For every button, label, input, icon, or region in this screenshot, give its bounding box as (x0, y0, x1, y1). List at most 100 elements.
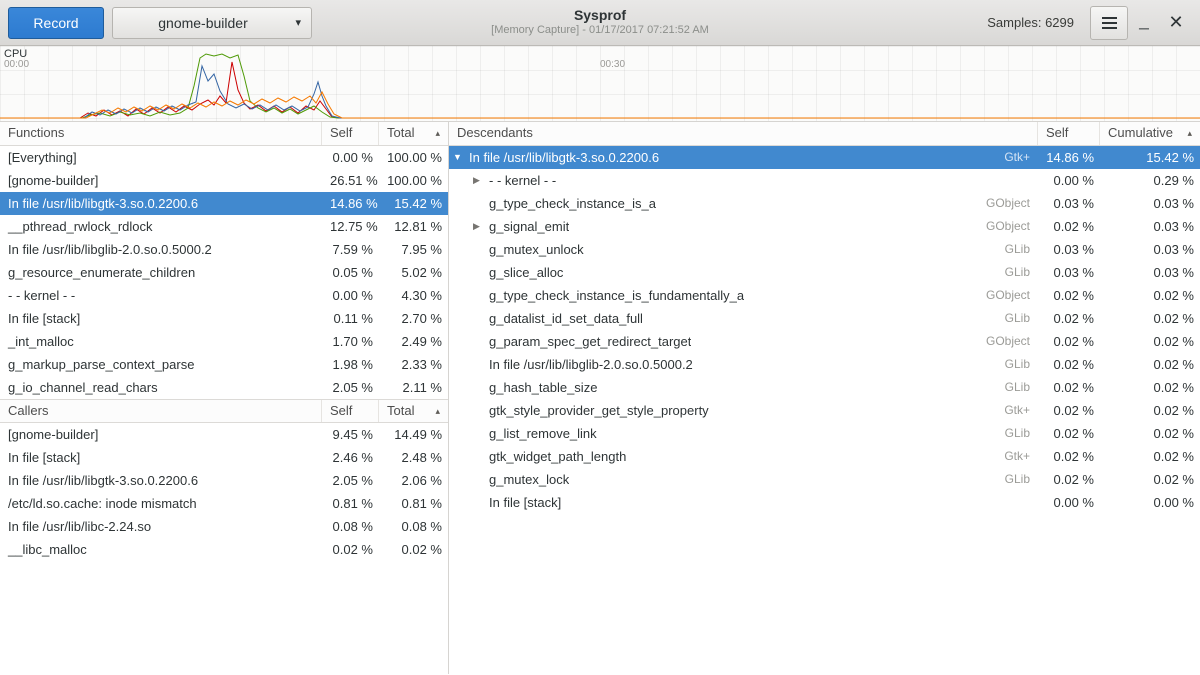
time-label-start: 00:00 (4, 59, 29, 70)
function-row[interactable]: g_io_channel_read_chars2.05 %2.11 % (0, 376, 448, 399)
descendant-row[interactable]: In file /usr/lib/libglib-2.0.so.0.5000.2… (449, 353, 1200, 376)
callers-column-header[interactable]: Callers (0, 400, 322, 422)
caller-row[interactable]: In file [stack]2.46 %2.48 % (0, 446, 448, 469)
descendant-row[interactable]: g_type_check_instance_is_fundamentally_a… (449, 284, 1200, 307)
functions-total-label: Total (387, 125, 414, 140)
sort-arrow-icon: ▴ (435, 122, 440, 144)
descendant-name: g_type_check_instance_is_a (489, 192, 656, 215)
descendant-row[interactable]: g_mutex_unlockGLib0.03 %0.03 % (449, 238, 1200, 261)
library-badge: GLib (995, 261, 1030, 284)
descendants-cumulative-column-header[interactable]: Cumulative ▴ (1100, 122, 1200, 145)
function-row[interactable]: _int_malloc1.70 %2.49 % (0, 330, 448, 353)
descendant-row[interactable]: g_slice_allocGLib0.03 %0.03 % (449, 261, 1200, 284)
descendant-name-cell: g_type_check_instance_is_fundamentally_a… (449, 284, 1038, 307)
descendant-name: In file /usr/lib/libglib-2.0.so.0.5000.2 (489, 353, 693, 376)
function-row[interactable]: In file [stack]0.11 %2.70 % (0, 307, 448, 330)
process-selector[interactable]: gnome-builder ▾ (112, 7, 312, 39)
function-row-self: 26.51 % (322, 169, 379, 192)
function-row[interactable]: g_markup_parse_context_parse1.98 %2.33 % (0, 353, 448, 376)
caller-row-name: In file [stack] (0, 446, 322, 469)
cpu-line-cpu2 (0, 66, 1200, 118)
function-row-name: g_io_channel_read_chars (0, 376, 322, 399)
minimize-button[interactable]: ─ (1128, 6, 1160, 40)
functions-total-column-header[interactable]: Total ▴ (379, 122, 448, 145)
descendant-row[interactable]: g_list_remove_linkGLib0.02 %0.02 % (449, 422, 1200, 445)
descendants-column-header[interactable]: Descendants (449, 122, 1038, 145)
header-right: Samples: 6299 ─ ✕ (987, 6, 1192, 40)
descendant-self: 0.02 % (1038, 445, 1100, 468)
expander-closed-icon[interactable] (473, 215, 489, 238)
descendant-name-cell: gtk_style_provider_get_style_propertyGtk… (449, 399, 1038, 422)
function-row-total: 100.00 % (379, 169, 448, 192)
function-row[interactable]: - - kernel - -0.00 %4.30 % (0, 284, 448, 307)
function-row-name: In file [stack] (0, 307, 322, 330)
library-badge: GObject (976, 192, 1030, 215)
descendant-self: 0.02 % (1038, 422, 1100, 445)
cpu-graph[interactable]: CPU 00:00 00:30 (0, 46, 1200, 122)
close-button[interactable]: ✕ (1160, 6, 1192, 40)
function-row-total: 15.42 % (379, 192, 448, 215)
library-badge: Gtk+ (994, 445, 1030, 468)
menu-button[interactable] (1090, 6, 1128, 40)
descendant-self: 0.02 % (1038, 468, 1100, 491)
callers-self-column-header[interactable]: Self (322, 400, 379, 422)
record-button[interactable]: Record (8, 7, 104, 39)
descendant-name: In file [stack] (489, 491, 561, 514)
function-row-name: In file /usr/lib/libglib-2.0.so.0.5000.2 (0, 238, 322, 261)
function-row[interactable]: [gnome-builder]26.51 %100.00 % (0, 169, 448, 192)
descendant-row[interactable]: gtk_widget_path_lengthGtk+0.02 %0.02 % (449, 445, 1200, 468)
caller-row[interactable]: /etc/ld.so.cache: inode mismatch0.81 %0.… (0, 492, 448, 515)
caller-row[interactable]: In file /usr/lib/libc-2.24.so0.08 %0.08 … (0, 515, 448, 538)
callers-total-column-header[interactable]: Total ▴ (379, 400, 448, 422)
descendant-cumulative: 0.02 % (1100, 376, 1200, 399)
descendant-row[interactable]: In file /usr/lib/libgtk-3.so.0.2200.6Gtk… (449, 146, 1200, 169)
descendant-row[interactable]: gtk_style_provider_get_style_propertyGtk… (449, 399, 1200, 422)
descendant-row[interactable]: g_mutex_lockGLib0.02 %0.02 % (449, 468, 1200, 491)
library-badge: Gtk+ (994, 146, 1030, 169)
library-badge: GObject (976, 284, 1030, 307)
callers-total-label: Total (387, 403, 414, 418)
function-row[interactable]: __pthread_rwlock_rdlock12.75 %12.81 % (0, 215, 448, 238)
caller-row-total: 14.49 % (379, 423, 448, 446)
minimize-icon: ─ (1139, 20, 1149, 36)
descendant-self: 0.02 % (1038, 399, 1100, 422)
functions-self-column-header[interactable]: Self (322, 122, 379, 145)
descendant-name: g_datalist_id_set_data_full (489, 307, 643, 330)
descendants-cumulative-label: Cumulative (1108, 125, 1173, 140)
functions-column-header[interactable]: Functions (0, 122, 322, 145)
descendant-row[interactable]: - - kernel - -0.00 %0.29 % (449, 169, 1200, 192)
descendant-name-cell: g_datalist_id_set_data_fullGLib (449, 307, 1038, 330)
library-badge: GLib (995, 353, 1030, 376)
descendant-cumulative: 0.03 % (1100, 215, 1200, 238)
caller-row-self: 0.02 % (322, 538, 379, 561)
function-row[interactable]: [Everything]0.00 %100.00 % (0, 146, 448, 169)
caller-row[interactable]: __libc_malloc0.02 %0.02 % (0, 538, 448, 561)
function-row-name: g_resource_enumerate_children (0, 261, 322, 284)
function-row[interactable]: g_resource_enumerate_children0.05 %5.02 … (0, 261, 448, 284)
descendant-cumulative: 0.02 % (1100, 468, 1200, 491)
descendant-row[interactable]: g_hash_table_sizeGLib0.02 %0.02 % (449, 376, 1200, 399)
expander-closed-icon[interactable] (473, 169, 489, 192)
descendant-name: - - kernel - - (489, 169, 556, 192)
function-row-self: 0.00 % (322, 146, 379, 169)
function-row-name: In file /usr/lib/libgtk-3.so.0.2200.6 (0, 192, 322, 215)
descendant-row[interactable]: In file [stack]0.00 %0.00 % (449, 491, 1200, 514)
library-badge: GLib (995, 376, 1030, 399)
descendant-name-cell: gtk_widget_path_lengthGtk+ (449, 445, 1038, 468)
expander-open-icon[interactable] (453, 146, 469, 169)
caller-row[interactable]: [gnome-builder]9.45 %14.49 % (0, 423, 448, 446)
function-row-self: 0.00 % (322, 284, 379, 307)
descendant-cumulative: 0.02 % (1100, 330, 1200, 353)
descendant-row[interactable]: g_datalist_id_set_data_fullGLib0.02 %0.0… (449, 307, 1200, 330)
descendant-row[interactable]: g_type_check_instance_is_aGObject0.03 %0… (449, 192, 1200, 215)
library-badge: GObject (976, 330, 1030, 353)
function-row[interactable]: In file /usr/lib/libglib-2.0.so.0.5000.2… (0, 238, 448, 261)
sort-arrow-icon: ▴ (1187, 122, 1192, 144)
descendant-row[interactable]: g_param_spec_get_redirect_targetGObject0… (449, 330, 1200, 353)
descendant-name-cell: g_hash_table_sizeGLib (449, 376, 1038, 399)
descendants-self-column-header[interactable]: Self (1038, 122, 1100, 145)
descendant-self: 0.02 % (1038, 376, 1100, 399)
descendant-row[interactable]: g_signal_emitGObject0.02 %0.03 % (449, 215, 1200, 238)
function-row[interactable]: In file /usr/lib/libgtk-3.so.0.2200.614.… (0, 192, 448, 215)
caller-row[interactable]: In file /usr/lib/libgtk-3.so.0.2200.62.0… (0, 469, 448, 492)
